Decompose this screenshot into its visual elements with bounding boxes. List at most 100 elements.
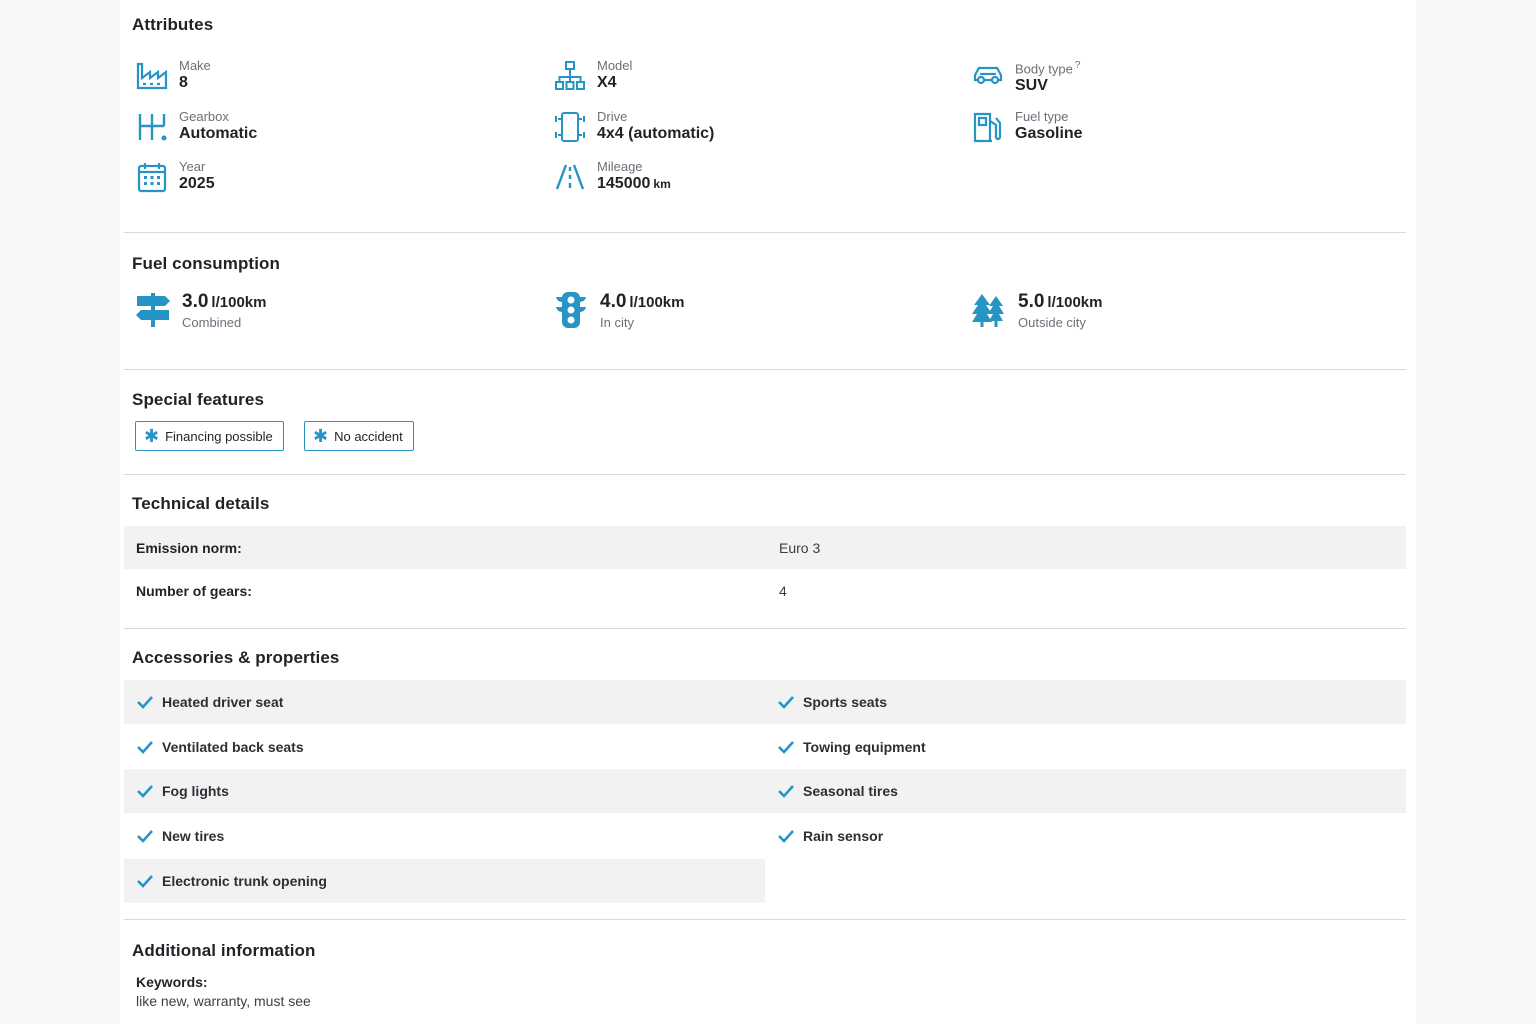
list-item: Electronic trunk opening bbox=[124, 859, 765, 903]
attr-fuel-type-label: Fuel type bbox=[1015, 109, 1069, 124]
fuel-combined-value: 3.0 bbox=[182, 291, 209, 312]
divider bbox=[124, 474, 1406, 475]
attr-make-value: 8 bbox=[179, 74, 188, 91]
accessory-label: Electronic trunk opening bbox=[162, 873, 327, 889]
accessories-title: Accessories & properties bbox=[132, 648, 340, 667]
list-item: Rain sensor bbox=[765, 814, 883, 858]
traffic-light-icon bbox=[552, 291, 590, 329]
attr-model: Model X4 bbox=[554, 58, 632, 92]
attr-year-label: Year bbox=[179, 159, 206, 174]
fuel-city-label: In city bbox=[600, 315, 634, 330]
fuel-outside-city-label: Outside city bbox=[1018, 315, 1086, 330]
list-item: Towing equipment bbox=[765, 725, 926, 769]
attr-mileage-label: Mileage bbox=[597, 159, 643, 174]
accessory-label: New tires bbox=[162, 828, 225, 844]
fuel-outside-city-value: 5.0 bbox=[1018, 291, 1045, 312]
check-icon bbox=[136, 872, 154, 890]
list-item: Seasonal tires bbox=[765, 769, 898, 813]
list-item: Ventilated back seats bbox=[124, 725, 304, 769]
accessory-label: Towing equipment bbox=[803, 739, 926, 755]
accessory-label: Rain sensor bbox=[803, 828, 884, 844]
help-icon[interactable]: ? bbox=[1075, 60, 1081, 71]
asterisk-icon: ✱ bbox=[313, 426, 329, 446]
check-icon bbox=[136, 827, 154, 845]
gearbox-icon bbox=[136, 111, 168, 143]
attr-body-type-value: SUV bbox=[1015, 77, 1048, 95]
attr-drive-value: 4x4 (automatic) bbox=[597, 125, 715, 142]
attr-body-type: Body type? SUV bbox=[972, 58, 1080, 95]
accessory-label: Fog lights bbox=[162, 783, 229, 799]
accessory-label: Seasonal tires bbox=[803, 783, 898, 799]
attr-fuel-type-value: Gasoline bbox=[1015, 125, 1083, 142]
drive-icon bbox=[554, 111, 586, 143]
calendar-icon bbox=[136, 161, 168, 193]
vehicle-details-card: Attributes Make 8 Model X4 Body type? SU… bbox=[120, 0, 1416, 1024]
attributes-title: Attributes bbox=[132, 15, 214, 34]
fuel-city-value: 4.0 bbox=[600, 291, 627, 312]
trees-icon bbox=[970, 291, 1008, 329]
accessory-label: Sports seats bbox=[803, 694, 888, 710]
attr-drive-label: Drive bbox=[597, 109, 628, 124]
signpost-icon bbox=[134, 291, 172, 329]
attr-model-value: X4 bbox=[597, 74, 617, 91]
feature-chip-financing[interactable]: ✱ Financing possible bbox=[135, 421, 284, 451]
additional-title: Additional information bbox=[132, 941, 316, 960]
attr-mileage-unit: km bbox=[653, 177, 671, 191]
fuel-pump-icon bbox=[972, 111, 1004, 143]
features-title: Special features bbox=[132, 390, 264, 409]
table-row: Number of gears: 4 bbox=[124, 569, 1406, 612]
attr-make: Make 8 bbox=[136, 58, 211, 92]
keywords-label: Keywords: bbox=[136, 974, 208, 990]
attr-gearbox: Gearbox Automatic bbox=[136, 109, 257, 143]
attr-mileage-value: 145000 bbox=[597, 175, 651, 192]
hierarchy-icon bbox=[554, 60, 586, 92]
fuel-city: 4.0 l/100km In city bbox=[552, 291, 684, 332]
attr-fuel-type: Fuel type Gasoline bbox=[972, 109, 1083, 143]
tech-key: Emission norm: bbox=[136, 539, 242, 556]
attr-mileage: Mileage 145000 km bbox=[554, 159, 671, 193]
fuel-combined-unit: l/100km bbox=[211, 294, 267, 311]
fuel-combined-label: Combined bbox=[182, 315, 242, 330]
accessory-label: Heated driver seat bbox=[162, 694, 284, 710]
divider bbox=[124, 232, 1406, 233]
check-icon bbox=[777, 827, 795, 845]
car-icon bbox=[972, 60, 1004, 92]
attr-body-type-label: Body type bbox=[1015, 61, 1073, 77]
divider bbox=[124, 628, 1406, 629]
tech-key: Number of gears: bbox=[136, 582, 252, 599]
divider bbox=[124, 919, 1406, 920]
attr-gearbox-label: Gearbox bbox=[179, 109, 229, 124]
table-row: Emission norm: Euro 3 bbox=[124, 526, 1406, 569]
check-icon bbox=[136, 738, 154, 756]
fuel-outside-city-unit: l/100km bbox=[1047, 294, 1103, 311]
technical-title: Technical details bbox=[132, 494, 270, 513]
fuel-outside-city: 5.0 l/100km Outside city bbox=[970, 291, 1102, 332]
attr-make-label: Make bbox=[179, 58, 211, 73]
keywords-value: like new, warranty, must see bbox=[136, 993, 311, 1009]
list-item: New tires bbox=[124, 814, 224, 858]
check-icon bbox=[777, 693, 795, 711]
asterisk-icon: ✱ bbox=[144, 426, 160, 446]
check-icon bbox=[777, 738, 795, 756]
attr-year-value: 2025 bbox=[179, 175, 215, 192]
tech-value: Euro 3 bbox=[779, 539, 821, 556]
divider bbox=[124, 369, 1406, 370]
list-item: Sports seats bbox=[765, 680, 887, 724]
feature-chip-label: No accident bbox=[334, 428, 403, 444]
attr-gearbox-value: Automatic bbox=[179, 125, 258, 142]
fuel-combined: 3.0 l/100km Combined bbox=[134, 291, 266, 332]
feature-chip-no-accident[interactable]: ✱ No accident bbox=[304, 421, 414, 451]
factory-icon bbox=[136, 60, 168, 92]
attr-drive: Drive 4x4 (automatic) bbox=[554, 109, 714, 143]
fuel-city-unit: l/100km bbox=[629, 294, 685, 311]
check-icon bbox=[136, 693, 154, 711]
fuel-title: Fuel consumption bbox=[132, 254, 280, 273]
attr-year: Year 2025 bbox=[136, 159, 215, 193]
check-icon bbox=[777, 782, 795, 800]
accessory-label: Ventilated back seats bbox=[162, 739, 304, 755]
tech-value: 4 bbox=[779, 582, 787, 599]
road-icon bbox=[554, 161, 586, 193]
check-icon bbox=[136, 782, 154, 800]
attr-model-label: Model bbox=[597, 58, 633, 73]
feature-chip-label: Financing possible bbox=[165, 428, 273, 444]
